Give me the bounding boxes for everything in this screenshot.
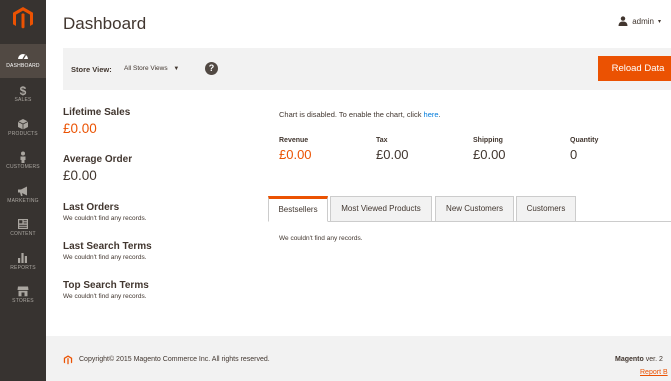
svg-text:$: $ [20, 84, 27, 96]
sidebar-item-content[interactable]: CONTENT [0, 212, 46, 246]
person-icon [20, 151, 26, 163]
page-title: Dashboard [63, 14, 147, 33]
average-order-label: Average Order [63, 154, 133, 165]
version-info: Magento ver. 2 [615, 356, 663, 363]
tab-empty-message: We couldn't find any records. [279, 235, 363, 242]
box-icon [17, 119, 29, 130]
tax-value: £0.00 [376, 147, 409, 162]
user-name: admin [632, 16, 654, 26]
top-search-terms-label: Top Search Terms [63, 280, 149, 291]
shipping-value: £0.00 [473, 147, 506, 162]
sidebar-item-customers[interactable]: CUSTOMERS [0, 145, 46, 179]
help-icon[interactable]: ? [205, 62, 218, 75]
sidebar-item-label: REPORTS [10, 265, 36, 271]
last-search-terms-empty: We couldn't find any records. [63, 254, 147, 261]
megaphone-icon [18, 186, 27, 196]
brand-name: Magento [615, 356, 644, 363]
lifetime-sales-label: Lifetime Sales [63, 107, 131, 118]
store-view-label: Store View: [71, 65, 112, 74]
sidebar-item-sales[interactable]: $ SALES [0, 78, 46, 112]
sidebar: DASHBOARD $ SALES PRODUCTS CUSTOMERS MAR… [0, 0, 46, 381]
last-search-terms-label: Last Search Terms [63, 241, 152, 252]
store-view-select[interactable]: All Store Views ▼ [124, 65, 179, 72]
magento-logo-icon [63, 355, 73, 365]
tab-customers[interactable]: Customers [516, 196, 576, 222]
revenue-label: Revenue [279, 137, 309, 144]
sidebar-item-dashboard[interactable]: DASHBOARD [0, 44, 46, 78]
sidebar-item-label: SALES [14, 97, 32, 103]
revenue-value: £0.00 [279, 147, 312, 162]
store-icon [17, 286, 29, 297]
tax-label: Tax [376, 137, 388, 144]
store-switcher-toolbar: Store View: All Store Views ▼ ? Reload D… [63, 48, 671, 90]
magento-logo-icon[interactable] [11, 6, 35, 30]
sidebar-item-reports[interactable]: REPORTS [0, 246, 46, 280]
chevron-down-icon: ▼ [173, 66, 180, 72]
quantity-value: 0 [570, 147, 578, 162]
layout-icon [18, 219, 28, 229]
sidebar-item-label: CONTENT [10, 231, 36, 237]
top-search-terms-empty: We couldn't find any records. [63, 293, 147, 300]
quantity-label: Quantity [570, 137, 599, 144]
sidebar-item-label: PRODUCTS [8, 131, 38, 137]
tab-bestsellers[interactable]: Bestsellers [268, 196, 328, 222]
user-icon [618, 16, 628, 26]
average-order-value: £0.00 [63, 168, 97, 183]
sidebar-item-label: CUSTOMERS [6, 164, 40, 170]
dashboard-icon [18, 54, 28, 60]
copyright-text: Copyright© 2015 Magento Commerce Inc. Al… [79, 356, 270, 363]
sidebar-item-marketing[interactable]: MARKETING [0, 179, 46, 213]
report-bug-link[interactable]: Report B [640, 369, 668, 376]
lifetime-sales-value: £0.00 [63, 121, 97, 136]
sidebar-item-label: DASHBOARD [6, 63, 40, 69]
footer: Copyright© 2015 Magento Commerce Inc. Al… [46, 336, 671, 381]
tab-new-customers[interactable]: New Customers [435, 196, 514, 222]
version-text: ver. 2 [643, 356, 663, 363]
reload-data-button[interactable]: Reload Data [598, 56, 671, 81]
sidebar-item-label: STORES [12, 298, 34, 304]
sidebar-item-stores[interactable]: STORES [0, 279, 46, 313]
last-orders-empty: We couldn't find any records. [63, 215, 147, 222]
dollar-icon: $ [20, 84, 27, 96]
chart-message-suffix: . [438, 110, 441, 119]
sidebar-item-products[interactable]: PRODUCTS [0, 112, 46, 146]
chart-message-text: Chart is disabled. To enable the chart, … [279, 110, 424, 119]
store-view-value: All Store Views [124, 65, 168, 72]
user-menu[interactable]: admin ▾ [618, 16, 661, 26]
bar-chart-icon [18, 253, 27, 263]
tab-most-viewed-products[interactable]: Most Viewed Products [330, 196, 432, 222]
chart-disabled-message: Chart is disabled. To enable the chart, … [279, 110, 441, 119]
last-orders-label: Last Orders [63, 202, 120, 213]
chevron-down-icon: ▾ [657, 18, 661, 25]
enable-chart-link[interactable]: here [424, 110, 439, 119]
sidebar-item-label: MARKETING [7, 198, 39, 204]
shipping-label: Shipping [473, 137, 503, 144]
